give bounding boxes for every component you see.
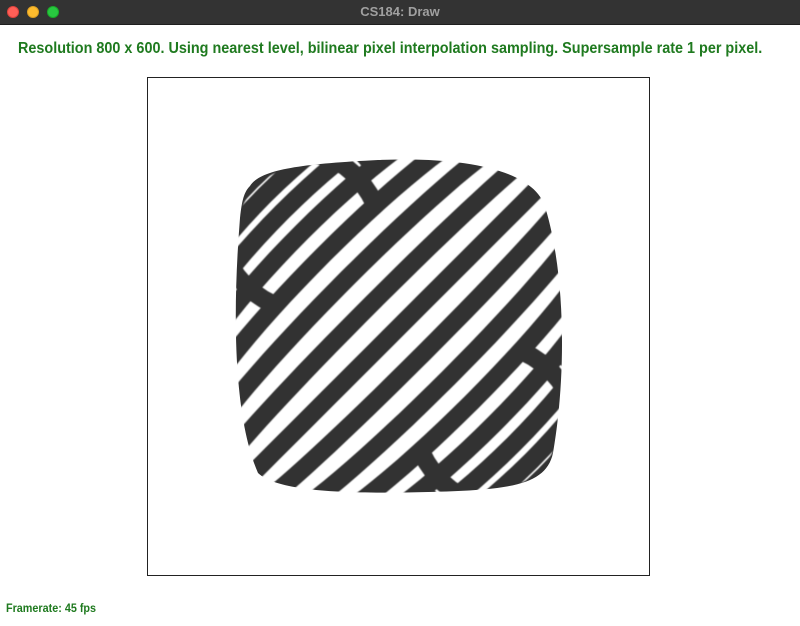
drawing-canvas[interactable] [147,77,650,576]
title-bar[interactable]: CS184: Draw [0,0,800,25]
app-window: CS184: Draw Resolution 800 x 600. Using … [0,0,800,626]
render-info-text: Resolution 800 x 600. Using nearest leve… [18,40,763,57]
framerate-text: Framerate: 45 fps [6,601,97,615]
warped-texture-image [235,159,563,493]
stripe-texture [235,159,563,493]
window-title: CS184: Draw [360,4,440,19]
